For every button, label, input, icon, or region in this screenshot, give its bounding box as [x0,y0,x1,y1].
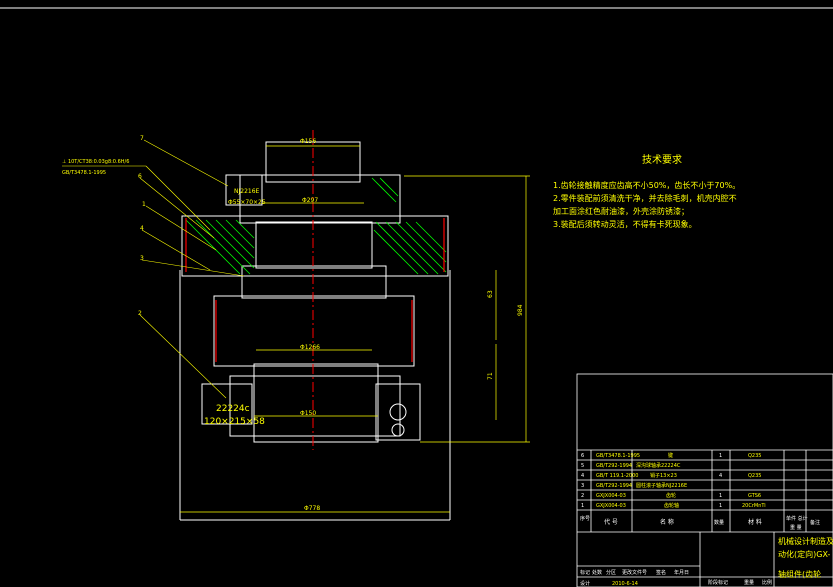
bearing-1-code: 22224c [216,404,250,414]
bom-name: 销子13×23 [650,472,677,479]
bom-no: 6 [581,453,584,459]
gear-edges [185,218,445,362]
rev-header: 分区 [606,569,616,576]
callout-4: 4 [140,225,144,232]
bom-code: GXJX004-03 [596,503,626,509]
tech-requirements: 技术要求 1.齿轮接触精度应齿高不小50%，齿长不小于70%。 2.零件装配前须… [553,153,740,229]
bom-name: 齿轮轴 [664,502,679,509]
bom-code: GB/T3478.1-1995 [596,453,640,459]
bom-header-remark: 备注 [810,519,820,526]
surface-note-2: GB/T3478.1-1995 [62,170,106,176]
bom-header-no: 序号 [580,515,590,522]
bom-qty: 1 [719,493,722,499]
bom-code: GB/T292-1994 [596,483,632,489]
bom-header-code: 代 号 [604,518,618,526]
bom-header-weight2: 重 量 [790,524,802,531]
bom-mat: 20CrMnTi [742,503,766,509]
rev-header: 更改文件号 [622,569,647,576]
bom-no: 1 [581,503,584,509]
callout-2: 2 [138,310,142,317]
bom-name: 键 [668,452,673,459]
bom-code: GXJX004-03 [596,493,626,499]
rev-header: 年月日 [674,569,689,576]
bom-mat: Q235 [748,473,761,479]
bom-no: 5 [581,463,584,469]
bom-code: GB/T 119.1-2000 [596,473,638,479]
part-name: 轴组件(齿轮 [778,569,821,579]
dim-top-width: Φ156 [300,138,316,145]
bom-header-weight: 单件 总计 [786,515,808,522]
bom-mat: GTS6 [748,493,761,499]
tech-line-2: 2.零件装配前须清洗干净，并去除毛刺，机壳内腔不 [553,193,737,203]
callout-1: 1 [142,201,146,208]
bom-qty: 1 [719,503,722,509]
title-line-2: 动化(定向)GX- [778,549,831,559]
dim-hub-dia: Φ297 [302,197,318,204]
scale-label: 比例 [762,579,772,586]
bearing-right [375,383,421,441]
tech-line-4: 3.装配后须转动灵活，不得有卡死现象。 [553,219,697,229]
leader-lines [62,139,245,399]
bearing-2-code: NJ2216E [234,188,260,195]
bom-header-name: 名 称 [660,518,674,526]
callout-numbers: 7 6 1 4 3 2 [138,135,146,317]
bom-name: 齿轮 [666,492,676,499]
bom-header-qty: 数量 [714,519,724,526]
bearing-2-size: Φ55×70×25 [228,199,266,206]
bom-no: 3 [581,483,584,489]
tech-line-1: 1.齿轮接触精度应齿高不小50%，齿长不小于70%。 [553,180,740,190]
tech-line-3: 加工面涂红色耐油漆，外壳涂防锈漆； [553,206,689,216]
bom-name: 深沟球轴承22224C [636,462,681,469]
bom-header-mat: 材 料 [748,518,762,526]
bom-qty: 4 [719,473,722,479]
dim-overall-dia: Φ778 [304,505,320,512]
bom-mat: Q235 [748,453,761,459]
sign-design: 设计 [580,580,590,587]
callout-6: 6 [138,173,142,180]
bom-code: GB/T292-1994 [596,463,632,469]
stage-label: 阶段标记 [708,579,728,586]
dim-height-low: 71 [487,372,494,380]
section-hatch [185,177,447,275]
bom-no: 2 [581,493,584,499]
title-line-1: 机械设计制造及 [778,536,833,546]
bom-qty: 1 [719,453,722,459]
sign-date: 2010-6-14 [612,581,638,587]
callout-7: 7 [140,135,144,142]
dim-height-mid: 63 [487,290,494,298]
dim-height-total: 984 [517,304,524,316]
rev-header: 签名 [656,569,666,576]
dim-gear-dia: Φ1266 [300,344,320,351]
dim-bearing-dia: Φ150 [300,410,316,417]
cad-drawing: 技术要求 1.齿轮接触精度应齿高不小50%，齿长不小于70%。 2.零件装配前须… [0,7,833,587]
title-block: 机械设计制造及 动化(定向)GX- 轴组件(齿轮 标记 处数 分区 更改文件号 … [580,536,833,587]
bom-name: 圆柱滚子轴承NJ2216E [636,482,687,489]
rev-header: 处数 [592,569,602,576]
weight-label: 重量 [744,579,754,586]
bom-no: 4 [581,473,584,479]
rev-header: 标记 [580,569,590,576]
bom-rows: 6 GB/T3478.1-1995 键 1 Q235 5 GB/T292-199… [581,452,766,509]
callout-3: 3 [140,255,144,262]
tech-title: 技术要求 [642,153,682,166]
surface-note: ⊥ 10T/CT38:0.03g8:0.6H/6 [62,159,129,165]
bearing-notes: 22224c 120×215×58 NJ2216E Φ55×70×25 ⊥ 10… [62,159,266,427]
bearing-1-size: 120×215×58 [204,417,265,427]
